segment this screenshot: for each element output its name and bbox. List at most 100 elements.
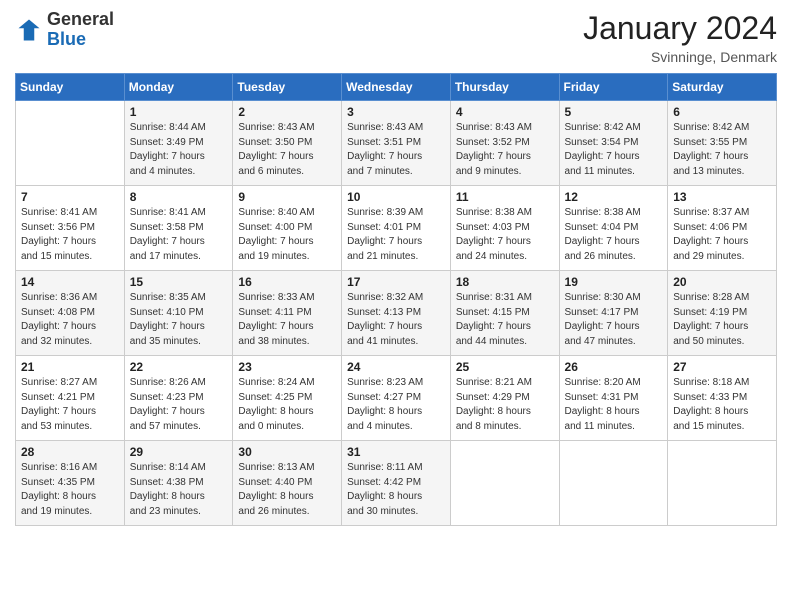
day-info: Sunrise: 8:28 AM Sunset: 4:19 PM Dayligh… [673,291,771,349]
week-row-3: 14Sunrise: 8:36 AM Sunset: 4:08 PM Dayli… [16,271,777,356]
week-row-2: 7 Sunrise: 8:41 AM Sunset: 3:56 PM Daylig… [16,186,777,271]
month-title: January 2024 [583,10,777,47]
cell-week3-day2: 16 Sunrise: 8:33 AM Sunset: 4:11 PM Dayli… [233,271,342,356]
day-number: 10 [347,190,445,204]
col-header-monday: Monday [124,74,233,101]
day-number: 3 [347,105,445,119]
week-row-4: 21 Sunrise: 8:27 AM Sunset: 4:21 PM Dayli… [16,356,777,441]
cell-week2-day0: 7 Sunrise: 8:41 AM Sunset: 3:56 PM Daylig… [16,186,125,271]
day-info: Sunrise: 8:38 AM Sunset: 4:03 PM Dayligh… [456,206,554,264]
day-number: 27 [673,360,771,374]
day-number: 20 [673,275,771,289]
day-info: Sunrise: 8:20 AM Sunset: 4:31 PM Dayligh… [565,376,663,434]
cell-week1-day5: 5 Sunrise: 8:42 AM Sunset: 3:54 PM Daylig… [559,101,668,186]
col-header-thursday: Thursday [450,74,559,101]
day-number: 13 [673,190,771,204]
cell-week4-day4: 25Sunrise: 8:21 AM Sunset: 4:29 PM Dayli… [450,356,559,441]
cell-week4-day3: 24 Sunrise: 8:23 AM Sunset: 4:27 PM Dayli… [342,356,451,441]
day-info: Sunrise: 8:37 AM Sunset: 4:06 PM Dayligh… [673,206,771,264]
cell-week2-day2: 9 Sunrise: 8:40 AM Sunset: 4:00 PM Daylig… [233,186,342,271]
day-info: Sunrise: 8:23 AM Sunset: 4:27 PM Dayligh… [347,376,445,434]
header-row: SundayMondayTuesdayWednesdayThursdayFrid… [16,74,777,101]
cell-week2-day5: 12Sunrise: 8:38 AM Sunset: 4:04 PM Dayli… [559,186,668,271]
day-number: 11 [456,190,554,204]
day-info: Sunrise: 8:43 AM Sunset: 3:50 PM Dayligh… [238,121,336,179]
day-number: 7 [21,190,119,204]
day-number: 21 [21,360,119,374]
cell-week1-day2: 2Sunrise: 8:43 AM Sunset: 3:50 PM Daylig… [233,101,342,186]
day-number: 15 [130,275,228,289]
day-number: 17 [347,275,445,289]
day-info: Sunrise: 8:42 AM Sunset: 3:55 PM Dayligh… [673,121,771,179]
day-number: 23 [238,360,336,374]
day-info: Sunrise: 8:31 AM Sunset: 4:15 PM Dayligh… [456,291,554,349]
cell-week4-day5: 26 Sunrise: 8:20 AM Sunset: 4:31 PM Dayli… [559,356,668,441]
cell-week4-day2: 23 Sunrise: 8:24 AM Sunset: 4:25 PM Dayli… [233,356,342,441]
day-number: 26 [565,360,663,374]
cell-week5-day2: 30Sunrise: 8:13 AM Sunset: 4:40 PM Dayli… [233,441,342,526]
day-number: 29 [130,445,228,459]
cell-week1-day4: 4Sunrise: 8:43 AM Sunset: 3:52 PM Daylig… [450,101,559,186]
day-info: Sunrise: 8:41 AM Sunset: 3:56 PM Dayligh… [21,206,119,264]
day-number: 4 [456,105,554,119]
cell-week5-day5 [559,441,668,526]
day-info: Sunrise: 8:44 AM Sunset: 3:49 PM Dayligh… [130,121,228,179]
logo-blue: Blue [47,29,86,49]
day-number: 28 [21,445,119,459]
cell-week5-day1: 29Sunrise: 8:14 AM Sunset: 4:38 PM Dayli… [124,441,233,526]
cell-week4-day6: 27 Sunrise: 8:18 AM Sunset: 4:33 PM Dayli… [668,356,777,441]
logo: General Blue [15,10,114,50]
day-info: Sunrise: 8:33 AM Sunset: 4:11 PM Dayligh… [238,291,336,349]
day-info: Sunrise: 8:32 AM Sunset: 4:13 PM Dayligh… [347,291,445,349]
day-number: 30 [238,445,336,459]
week-row-1: 1 Sunrise: 8:44 AM Sunset: 3:49 PM Daylig… [16,101,777,186]
day-info: Sunrise: 8:30 AM Sunset: 4:17 PM Dayligh… [565,291,663,349]
week-row-5: 28 Sunrise: 8:16 AM Sunset: 4:35 PM Dayli… [16,441,777,526]
header: General Blue January 2024 Svinninge, Den… [15,10,777,65]
day-info: Sunrise: 8:40 AM Sunset: 4:00 PM Dayligh… [238,206,336,264]
col-header-wednesday: Wednesday [342,74,451,101]
day-number: 14 [21,275,119,289]
day-info: Sunrise: 8:41 AM Sunset: 3:58 PM Dayligh… [130,206,228,264]
cell-week1-day3: 3Sunrise: 8:43 AM Sunset: 3:51 PM Daylig… [342,101,451,186]
day-number: 9 [238,190,336,204]
day-number: 16 [238,275,336,289]
cell-week5-day3: 31Sunrise: 8:11 AM Sunset: 4:42 PM Dayli… [342,441,451,526]
day-info: Sunrise: 8:42 AM Sunset: 3:54 PM Dayligh… [565,121,663,179]
day-number: 12 [565,190,663,204]
cell-week1-day6: 6 Sunrise: 8:42 AM Sunset: 3:55 PM Daylig… [668,101,777,186]
day-number: 18 [456,275,554,289]
day-info: Sunrise: 8:39 AM Sunset: 4:01 PM Dayligh… [347,206,445,264]
day-info: Sunrise: 8:27 AM Sunset: 4:21 PM Dayligh… [21,376,119,434]
cell-week3-day0: 14Sunrise: 8:36 AM Sunset: 4:08 PM Dayli… [16,271,125,356]
day-number: 5 [565,105,663,119]
cell-week1-day0 [16,101,125,186]
day-info: Sunrise: 8:26 AM Sunset: 4:23 PM Dayligh… [130,376,228,434]
cell-week2-day4: 11 Sunrise: 8:38 AM Sunset: 4:03 PM Dayli… [450,186,559,271]
day-info: Sunrise: 8:11 AM Sunset: 4:42 PM Dayligh… [347,461,445,519]
day-number: 25 [456,360,554,374]
day-info: Sunrise: 8:16 AM Sunset: 4:35 PM Dayligh… [21,461,119,519]
day-info: Sunrise: 8:18 AM Sunset: 4:33 PM Dayligh… [673,376,771,434]
day-number: 24 [347,360,445,374]
day-info: Sunrise: 8:24 AM Sunset: 4:25 PM Dayligh… [238,376,336,434]
cell-week4-day0: 21 Sunrise: 8:27 AM Sunset: 4:21 PM Dayli… [16,356,125,441]
calendar-table: SundayMondayTuesdayWednesdayThursdayFrid… [15,73,777,526]
day-number: 19 [565,275,663,289]
day-number: 6 [673,105,771,119]
logo-text: General Blue [47,10,114,50]
title-block: January 2024 Svinninge, Denmark [583,10,777,65]
day-number: 1 [130,105,228,119]
col-header-friday: Friday [559,74,668,101]
col-header-saturday: Saturday [668,74,777,101]
cell-week4-day1: 22Sunrise: 8:26 AM Sunset: 4:23 PM Dayli… [124,356,233,441]
cell-week3-day1: 15Sunrise: 8:35 AM Sunset: 4:10 PM Dayli… [124,271,233,356]
cell-week3-day6: 20 Sunrise: 8:28 AM Sunset: 4:19 PM Dayli… [668,271,777,356]
logo-icon [15,16,43,44]
cell-week3-day5: 19 Sunrise: 8:30 AM Sunset: 4:17 PM Dayli… [559,271,668,356]
cell-week2-day1: 8Sunrise: 8:41 AM Sunset: 3:58 PM Daylig… [124,186,233,271]
cell-week3-day3: 17 Sunrise: 8:32 AM Sunset: 4:13 PM Dayli… [342,271,451,356]
cell-week5-day6 [668,441,777,526]
location: Svinninge, Denmark [583,49,777,65]
calendar-container: General Blue January 2024 Svinninge, Den… [0,0,792,612]
